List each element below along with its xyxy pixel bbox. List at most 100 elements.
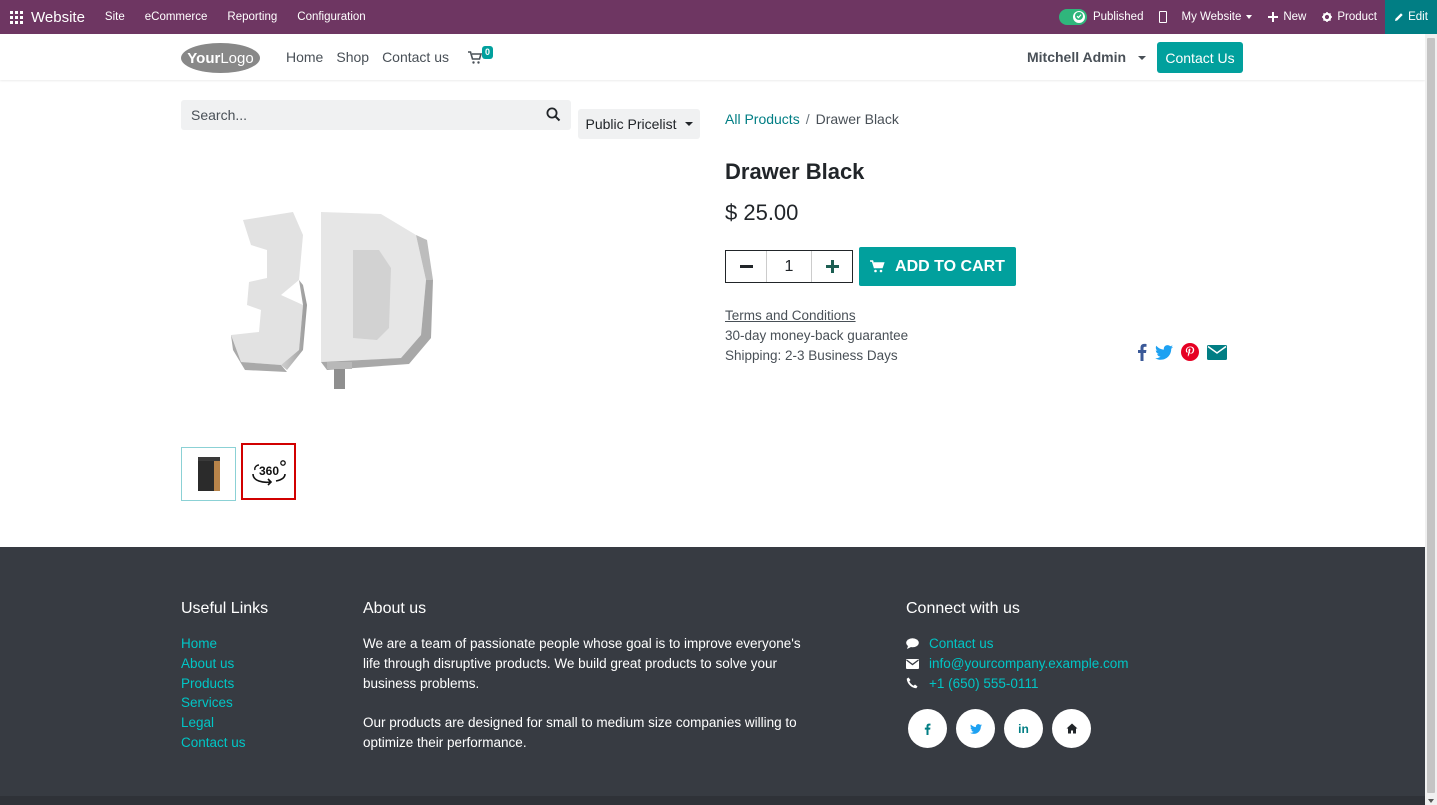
product-3d-viewer[interactable] [181, 150, 700, 430]
product-thumbnails: 360 [181, 443, 296, 501]
scroll-down-arrow-icon[interactable] [1428, 799, 1434, 803]
my-website-dropdown[interactable]: My Website [1181, 11, 1253, 23]
mobile-preview-icon[interactable] [1159, 11, 1168, 23]
terms-link[interactable]: Terms and Conditions [725, 308, 856, 323]
user-menu[interactable]: Mitchell Admin [1027, 49, 1146, 65]
new-label: New [1283, 11, 1307, 23]
page-scrollbar[interactable] [1425, 34, 1437, 805]
breadcrumb-separator: / [805, 111, 810, 127]
my-website-label: My Website [1181, 11, 1242, 23]
site-logo[interactable]: Your Logo [181, 43, 260, 73]
facebook-icon [1138, 343, 1147, 361]
facebook-share[interactable] [1137, 343, 1147, 361]
pricelist-dropdown[interactable]: Public Pricelist [578, 109, 700, 139]
site-footer: Useful Links Home About us Products Serv… [0, 547, 1425, 805]
facebook-icon [924, 723, 931, 735]
connect-email-row[interactable]: info@yourcompany.example.com [906, 654, 1129, 674]
product-search [181, 100, 571, 130]
footer-link-home[interactable]: Home [181, 634, 246, 654]
quantity-increase-button[interactable] [812, 251, 852, 282]
apps-menu[interactable]: Website [0, 0, 105, 34]
footer-social-icons: in [908, 709, 1100, 748]
envelope-icon [906, 658, 929, 669]
quantity-decrease-button[interactable] [726, 251, 766, 282]
pricelist-label: Public Pricelist [585, 116, 677, 132]
plus-icon [1268, 12, 1279, 22]
connect-phone-row[interactable]: +1 (650) 555-0111 [906, 674, 1129, 694]
edit-label: Edit [1408, 11, 1428, 23]
about-paragraph-1: We are a team of passionate people whose… [363, 636, 801, 691]
footer-twitter-button[interactable] [956, 709, 995, 748]
search-icon[interactable] [546, 107, 561, 122]
product-title: Drawer Black [725, 159, 865, 184]
cart-icon [468, 51, 482, 64]
contact-us-button[interactable]: Contact Us [1157, 42, 1243, 73]
nav-shop[interactable]: Shop [336, 49, 369, 65]
comment-icon [906, 638, 929, 650]
footer-bottom-strip [0, 796, 1425, 805]
connect-contact-row[interactable]: Contact us [906, 634, 1129, 654]
cart-count-badge: 0 [482, 46, 494, 59]
pencil-icon [1395, 13, 1403, 21]
minus-icon [739, 265, 753, 268]
icon-360-text: 360 [258, 464, 278, 478]
admin-menu-ecommerce[interactable]: eCommerce [145, 11, 208, 23]
thumbnail-drawer-image[interactable] [181, 447, 236, 501]
search-input[interactable] [181, 100, 531, 130]
connect-phone-link[interactable]: +1 (650) 555-0111 [929, 674, 1038, 694]
chevron-down-icon [1246, 15, 1253, 19]
twitter-icon [1155, 344, 1173, 360]
share-buttons [1137, 343, 1235, 361]
scrollbar-thumb[interactable] [1427, 38, 1435, 793]
linkedin-icon: in [1018, 721, 1029, 736]
published-toggle[interactable]: Published [1058, 9, 1143, 25]
shipping-text: Shipping: 2-3 Business Days [725, 348, 898, 363]
new-button[interactable]: New [1268, 11, 1306, 23]
home-icon [1066, 723, 1077, 734]
admin-menu-reporting[interactable]: Reporting [227, 11, 277, 23]
gear-icon [1322, 12, 1333, 22]
admin-menu-configuration[interactable]: Configuration [297, 11, 365, 23]
connect-title: Connect with us [906, 600, 1020, 617]
about-title: About us [363, 600, 427, 617]
main-nav: Home Shop Contact us [286, 49, 462, 65]
drawer-image [197, 457, 220, 491]
footer-link-about[interactable]: About us [181, 654, 246, 674]
nav-home[interactable]: Home [286, 49, 323, 65]
footer-link-contact[interactable]: Contact us [181, 733, 246, 753]
cart-icon [870, 260, 885, 273]
rotate-360-icon: 360 [251, 459, 286, 486]
admin-brand[interactable]: Website [31, 9, 85, 26]
edit-button[interactable]: Edit [1385, 0, 1437, 34]
plus-icon [825, 260, 839, 273]
footer-link-services[interactable]: Services [181, 693, 246, 713]
admin-menu-site[interactable]: Site [105, 11, 125, 23]
connect-contact-link[interactable]: Contact us [929, 634, 994, 654]
breadcrumb-current: Drawer Black [815, 111, 899, 127]
footer-link-products[interactable]: Products [181, 674, 246, 694]
connect-email-link[interactable]: info@yourcompany.example.com [929, 654, 1129, 674]
nav-contact[interactable]: Contact us [382, 49, 449, 65]
pinterest-share[interactable] [1181, 343, 1199, 361]
published-switch[interactable] [1058, 9, 1087, 25]
envelope-icon [1207, 344, 1227, 360]
email-share[interactable] [1207, 344, 1227, 360]
footer-link-legal[interactable]: Legal [181, 713, 246, 733]
thumbnail-360-view[interactable]: 360 [241, 443, 296, 500]
chevron-down-icon [1137, 56, 1146, 61]
logo-text: Logo [220, 49, 254, 67]
footer-home-button[interactable] [1052, 709, 1091, 748]
breadcrumb: All Products / Drawer Black [725, 111, 899, 127]
3d-model-image [231, 212, 433, 389]
twitter-share[interactable] [1155, 344, 1173, 360]
about-paragraph-2: Our products are designed for small to m… [363, 715, 797, 750]
quantity-input[interactable]: 1 [766, 251, 812, 282]
twitter-icon [969, 723, 982, 734]
product-button[interactable]: Product [1322, 11, 1377, 23]
footer-linkedin-button[interactable]: in [1004, 709, 1043, 748]
add-to-cart-label: ADD TO CART [895, 257, 1005, 275]
pinterest-icon [1181, 343, 1199, 361]
add-to-cart-button[interactable]: ADD TO CART [859, 247, 1016, 286]
footer-facebook-button[interactable] [908, 709, 947, 748]
breadcrumb-all-products[interactable]: All Products [725, 111, 800, 127]
